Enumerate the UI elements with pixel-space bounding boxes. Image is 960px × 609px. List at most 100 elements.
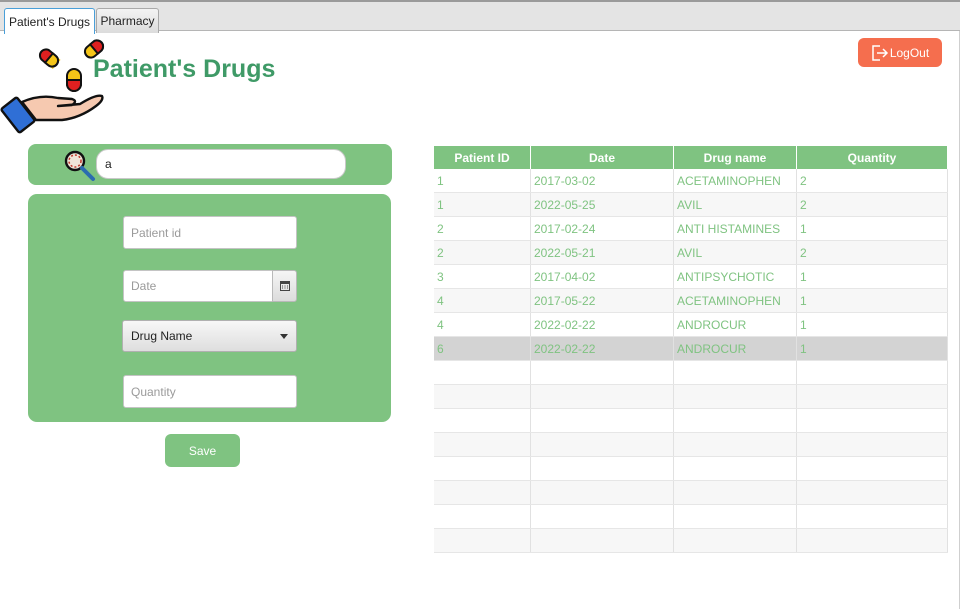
- search-input[interactable]: [96, 149, 346, 179]
- column-header-patient-id[interactable]: Patient ID: [434, 146, 531, 169]
- table-cell: [434, 409, 531, 432]
- table-cell: 1: [434, 169, 531, 192]
- search-icon: [64, 150, 95, 181]
- table-row[interactable]: 3 2017-04-02 ANTIPSYCHOTIC 1: [434, 265, 948, 289]
- patient-drugs-table: Patient ID Date Drug name Quantity 1 2017…: [434, 146, 948, 553]
- table-cell: [434, 433, 531, 456]
- table-cell: [797, 457, 948, 480]
- table-cell: ACETAMINOPHEN: [674, 169, 797, 192]
- table-cell: ANTI HISTAMINES: [674, 217, 797, 240]
- table-cell: [531, 505, 674, 528]
- table-cell: ANDROCUR: [674, 337, 797, 360]
- table-cell: 1: [797, 289, 948, 312]
- table-cell: 3: [434, 265, 531, 288]
- table-cell: [674, 481, 797, 504]
- table-cell: [797, 481, 948, 504]
- table-row[interactable]: 1 2022-05-25 AVIL 2: [434, 193, 948, 217]
- table-header: Patient ID Date Drug name Quantity: [434, 146, 948, 169]
- table-cell: 6: [434, 337, 531, 360]
- pills-hand-logo: [0, 39, 105, 134]
- table-cell: [531, 385, 674, 408]
- table-cell: 2: [797, 241, 948, 264]
- empty-table-row: [434, 505, 948, 529]
- table-cell: [797, 529, 948, 552]
- calendar-icon: [279, 281, 290, 291]
- table-cell: [797, 433, 948, 456]
- table-cell: ANTIPSYCHOTIC: [674, 265, 797, 288]
- empty-table-row: [434, 361, 948, 385]
- table-cell: 2022-02-22: [531, 337, 674, 360]
- logout-button[interactable]: LogOut: [858, 38, 942, 67]
- table-cell: [434, 361, 531, 384]
- table-cell: [797, 385, 948, 408]
- table-cell: 1: [797, 265, 948, 288]
- column-header-quantity[interactable]: Quantity: [797, 146, 948, 169]
- table-cell: [434, 529, 531, 552]
- table-row[interactable]: 2 2017-02-24 ANTI HISTAMINES 1: [434, 217, 948, 241]
- drug-name-select-value: Drug Name: [131, 329, 193, 343]
- empty-table-row: [434, 385, 948, 409]
- table-cell: [674, 457, 797, 480]
- table-cell: 1: [797, 217, 948, 240]
- save-button[interactable]: Save: [165, 434, 240, 467]
- table-cell: ANDROCUR: [674, 313, 797, 336]
- drug-name-select[interactable]: Drug Name: [122, 320, 297, 352]
- table-row[interactable]: 6 2022-02-22 ANDROCUR 1: [434, 337, 948, 361]
- table-cell: [674, 385, 797, 408]
- table-cell: [531, 457, 674, 480]
- table-cell: 1: [797, 313, 948, 336]
- tab-pharmacy[interactable]: Pharmacy: [96, 8, 159, 33]
- table-cell: [674, 361, 797, 384]
- table-cell: [674, 529, 797, 552]
- tab-bar: Patient's Drugs Pharmacy: [0, 0, 960, 34]
- table-row[interactable]: 1 2017-03-02 ACETAMINOPHEN 2: [434, 169, 948, 193]
- table-cell: 2: [434, 241, 531, 264]
- table-cell: [674, 433, 797, 456]
- column-header-date[interactable]: Date: [531, 146, 674, 169]
- table-cell: 2: [434, 217, 531, 240]
- empty-table-row: [434, 481, 948, 505]
- table-cell: 4: [434, 313, 531, 336]
- table-cell: [674, 505, 797, 528]
- table-cell: [674, 409, 797, 432]
- empty-table-row: [434, 529, 948, 553]
- table-cell: [797, 505, 948, 528]
- table-body: 1 2017-03-02 ACETAMINOPHEN 2 1 2022-05-25 AVIL…: [434, 169, 948, 553]
- table-cell: 2022-02-22: [531, 313, 674, 336]
- table-cell: 2: [797, 169, 948, 192]
- table-cell: AVIL: [674, 241, 797, 264]
- table-cell: [797, 409, 948, 432]
- table-cell: [531, 529, 674, 552]
- date-picker: [123, 270, 297, 302]
- table-cell: [531, 409, 674, 432]
- table-cell: [434, 385, 531, 408]
- table-cell: [531, 361, 674, 384]
- logout-icon: [872, 44, 888, 61]
- table-cell: 1: [797, 337, 948, 360]
- table-cell: ACETAMINOPHEN: [674, 289, 797, 312]
- table-cell: [434, 457, 531, 480]
- drug-entry-form: Drug Name: [28, 194, 391, 422]
- calendar-button[interactable]: [272, 270, 297, 302]
- table-row[interactable]: 4 2022-02-22 ANDROCUR 1: [434, 313, 948, 337]
- table-cell: 2: [797, 193, 948, 216]
- empty-table-row: [434, 457, 948, 481]
- empty-table-row: [434, 433, 948, 457]
- quantity-field[interactable]: [123, 375, 297, 408]
- table-cell: 1: [434, 193, 531, 216]
- column-header-drug-name[interactable]: Drug name: [674, 146, 797, 169]
- table-cell: 4: [434, 289, 531, 312]
- chevron-down-icon: [280, 334, 288, 339]
- table-cell: 2022-05-21: [531, 241, 674, 264]
- table-row[interactable]: 2 2022-05-21 AVIL 2: [434, 241, 948, 265]
- date-field[interactable]: [123, 270, 273, 302]
- patient-id-field[interactable]: [123, 216, 297, 249]
- logout-label: LogOut: [889, 45, 930, 60]
- table-cell: [531, 433, 674, 456]
- table-cell: [434, 505, 531, 528]
- table-row[interactable]: 4 2017-05-22 ACETAMINOPHEN 1: [434, 289, 948, 313]
- table-cell: 2017-02-24: [531, 217, 674, 240]
- table-cell: 2017-04-02: [531, 265, 674, 288]
- table-cell: 2022-05-25: [531, 193, 674, 216]
- table-cell: 2017-05-22: [531, 289, 674, 312]
